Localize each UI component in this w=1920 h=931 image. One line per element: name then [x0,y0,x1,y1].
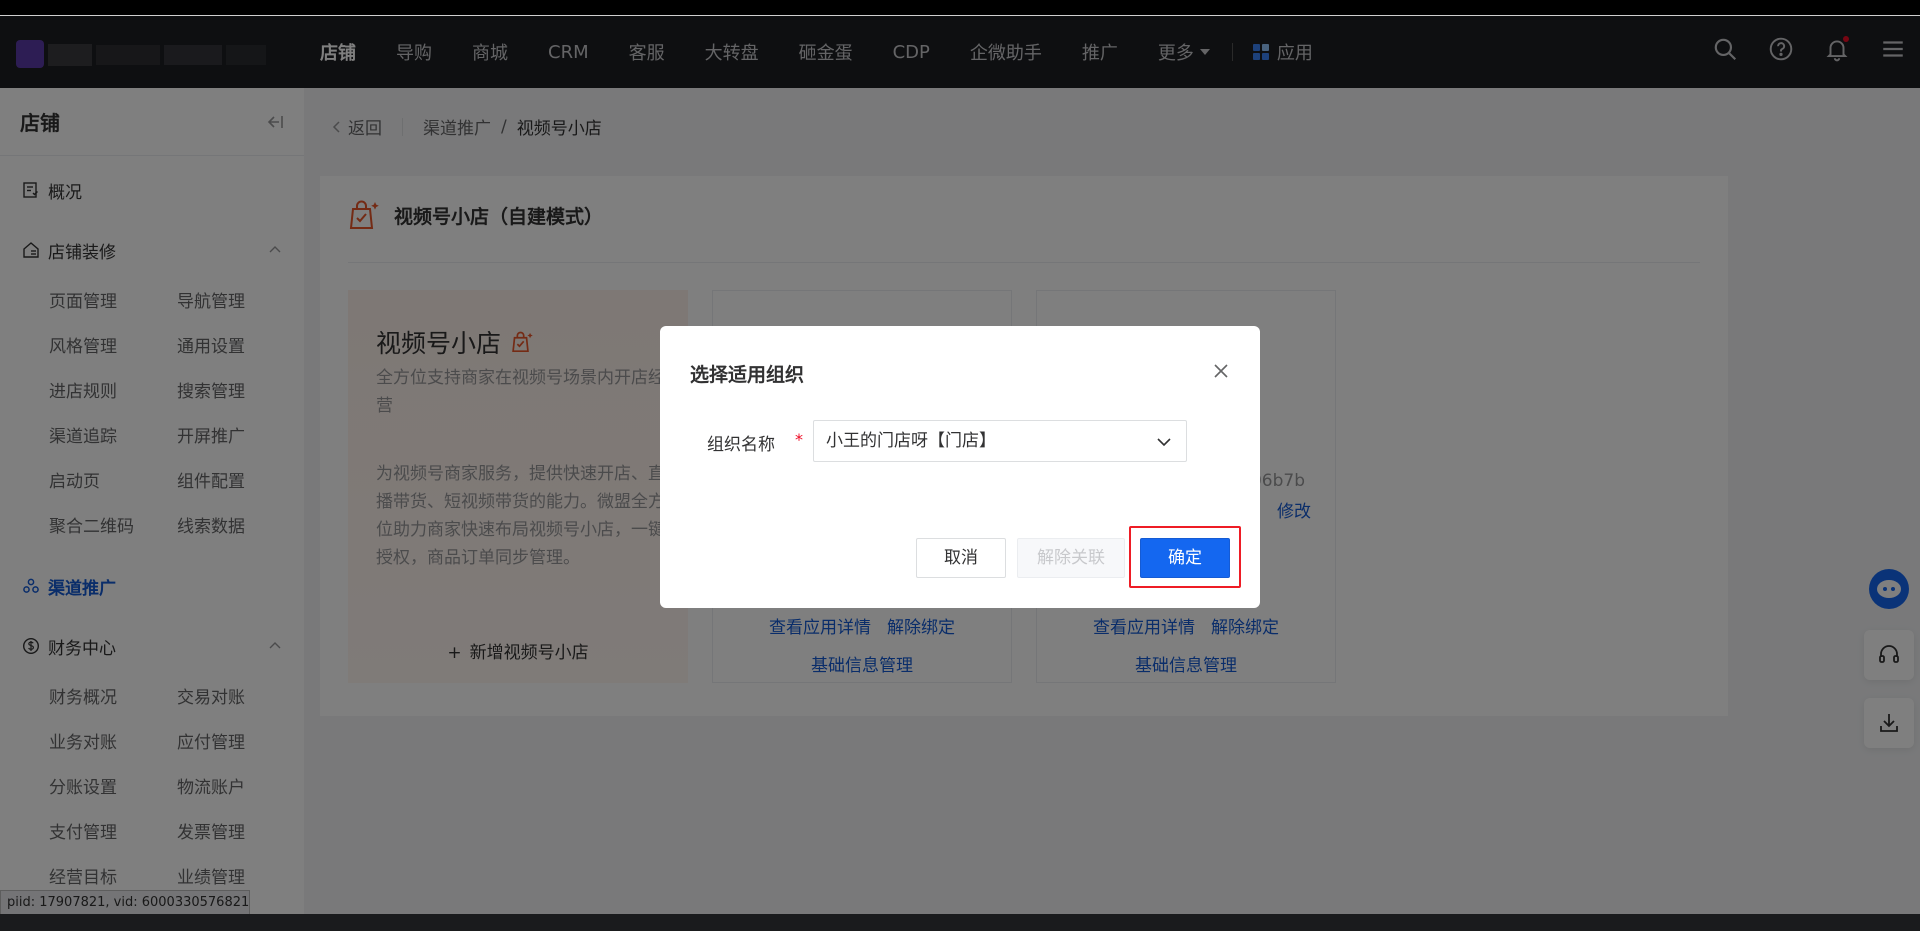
close-icon[interactable] [1212,362,1230,380]
dialog-title: 选择适用组织 [690,364,805,386]
org-select[interactable]: 小王的门店呀【门店】 [813,420,1187,462]
org-select-value: 小王的门店呀【门店】 [826,431,996,451]
chevron-down-icon [1157,438,1171,447]
required-mark: * [795,430,803,449]
browser-top-strip [0,0,1920,16]
org-name-label: 组织名称 [707,435,775,455]
cancel-button[interactable]: 取消 [916,538,1006,578]
unlink-button: 解除关联 [1017,538,1125,578]
browser-bottom-strip [0,914,1920,931]
confirm-highlight-box [1129,526,1241,588]
select-org-dialog: 选择适用组织 组织名称 * 小王的门店呀【门店】 取消 解除关联 确定 [660,326,1260,608]
